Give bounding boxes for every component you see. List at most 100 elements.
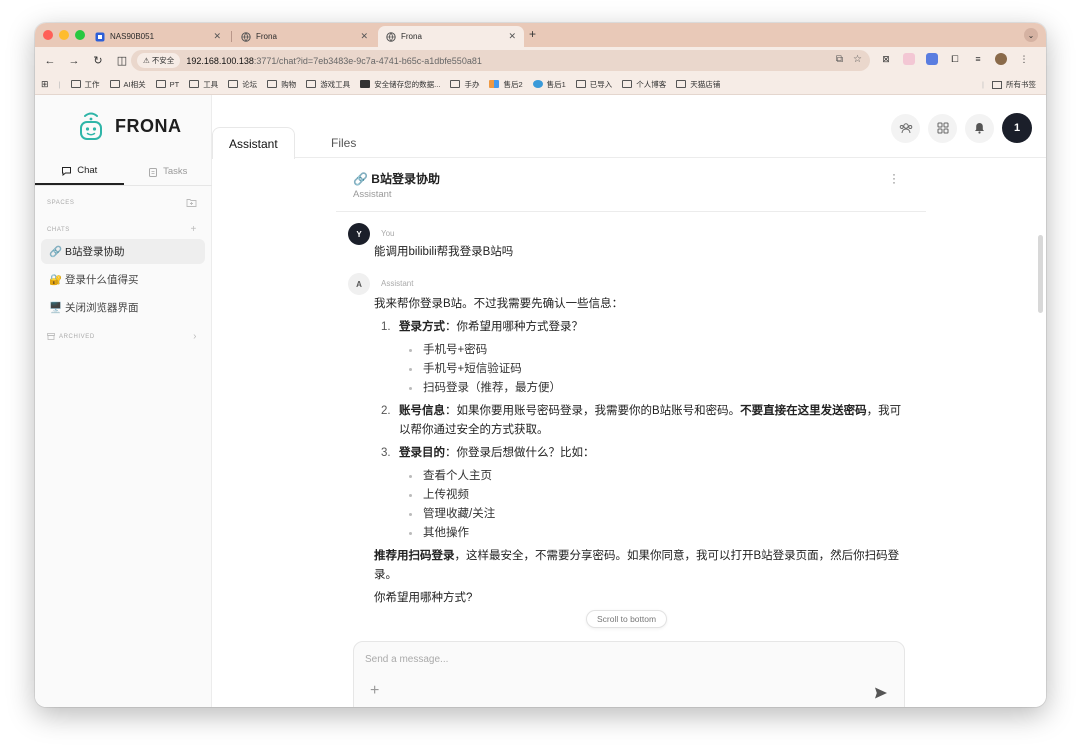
message-author: You [381, 229, 395, 238]
all-bookmarks-button[interactable]: | 所有书签 [982, 79, 1036, 90]
list-item: 2. 账号信息：如果你要用账号密码登录，我需要你的B站账号和密码。不要直接在这里… [374, 402, 904, 440]
bookmark-label: AI相关 [123, 79, 146, 89]
tab-title: NAS90B051 [110, 32, 155, 41]
tab-strip: NAS90B051 ✕ Frona ✕ Frona ✕ + ⌄ [35, 23, 1046, 47]
bookmark-folder[interactable]: 个人博客 [622, 79, 666, 90]
new-tab-button[interactable]: + [529, 27, 536, 41]
browser-tab-nas[interactable]: NAS90B051 ✕ [87, 26, 229, 47]
sub-list-item: 查看个人主页 [374, 467, 904, 486]
folder-icon [992, 80, 1002, 89]
divider: | [58, 79, 61, 89]
close-window-button[interactable] [43, 30, 53, 40]
minimize-window-button[interactable] [59, 30, 69, 40]
folder-icon [109, 80, 120, 88]
browser-tab-frona-active[interactable]: Frona ✕ [378, 26, 524, 47]
tab-close-icon[interactable]: ✕ [360, 31, 368, 42]
notifications-button[interactable] [965, 113, 994, 143]
folder-icon [622, 80, 633, 88]
translate-icon[interactable]: ⧉ [836, 54, 843, 65]
apps-grid-icon[interactable]: ⊞ [41, 79, 49, 90]
bell-icon [975, 123, 984, 134]
sidepanel-icon[interactable]: ◫ [111, 54, 133, 67]
extension-icon[interactable] [926, 53, 938, 65]
chat-item-label: 🔐 登录什么值得买 [49, 274, 139, 286]
scrollbar-thumb[interactable] [1038, 235, 1043, 313]
chat-item[interactable]: 🔐 登录什么值得买 [41, 267, 205, 292]
chat-item[interactable]: 🖥️ 关闭浏览器界面 [41, 295, 205, 320]
new-folder-icon[interactable] [186, 198, 197, 207]
apps-button[interactable] [928, 113, 957, 143]
scroll-to-bottom-button[interactable]: Scroll to bottom [586, 610, 668, 628]
bookmark-folder[interactable]: 工具 [189, 79, 218, 90]
bookmark-link[interactable]: 安全储存您的数据... [360, 79, 440, 90]
bookmark-folder[interactable]: 论坛 [228, 79, 257, 90]
bookmark-folder[interactable]: 天猫店铺 [676, 79, 720, 90]
tab-title: Frona [401, 32, 422, 41]
extension-icon[interactable]: ⊠ [880, 53, 892, 65]
bookmark-label: 个人博客 [636, 79, 667, 89]
browser-window: NAS90B051 ✕ Frona ✕ Frona ✕ + ⌄ ← → ↻ ◫ … [35, 23, 1046, 707]
chat-item-label: 🖥️ 关闭浏览器界面 [49, 302, 139, 314]
chats-section-header: CHATS + [47, 224, 197, 235]
tab-close-icon[interactable]: ✕ [508, 31, 516, 42]
user-message-text: 能调用bilibili帮我登录B站吗 [374, 246, 514, 258]
sub-list-item: 手机号+密码 [374, 341, 904, 360]
reading-list-icon[interactable]: ≡ [972, 53, 984, 65]
sidebar-tabs: Chat Tasks [35, 158, 212, 186]
back-arrow-icon[interactable]: ← [39, 55, 61, 67]
user-avatar[interactable]: 1 [1002, 113, 1032, 143]
folder-icon [155, 80, 166, 88]
chevron-right-icon: › [193, 331, 197, 342]
sidebar-tab-chat[interactable]: Chat [35, 158, 124, 185]
attach-plus-icon[interactable]: + [370, 682, 379, 700]
bookmark-folder[interactable]: 手办 [450, 79, 479, 90]
grid-icon [937, 122, 948, 134]
folder-icon [575, 80, 586, 88]
bookmark-link[interactable]: 售后1 [532, 79, 566, 90]
section-label: SPACES [47, 199, 75, 206]
tab-close-icon[interactable]: ✕ [213, 31, 221, 42]
extension-icon[interactable] [903, 53, 915, 65]
bookmark-star-icon[interactable]: ☆ [853, 54, 862, 65]
bookmark-folder[interactable]: 购物 [267, 79, 296, 90]
recommendation-paragraph: 推荐用扫码登录，这样最安全，不需要分享密码。如果你同意，我可以打开B站登录页面，… [374, 547, 904, 585]
bookmark-folder[interactable]: 已导入 [575, 79, 612, 90]
nas-favicon-icon [95, 32, 105, 42]
sidebar-tab-tasks[interactable]: Tasks [124, 158, 213, 185]
list-item: 3. 登录目的：你登录后想做什么？比如： [374, 444, 904, 463]
reload-icon[interactable]: ↻ [87, 54, 109, 67]
assistant-message-body: 我来帮你登录B站。不过我需要先确认一些信息： 1. 登录方式：你希望用哪种方式登… [374, 295, 904, 608]
list-item-text: ：你登录后想做什么？比如： [445, 447, 595, 459]
archived-section-header[interactable]: ARCHIVED › [47, 331, 197, 342]
security-chip[interactable]: ⚠ 不安全 [137, 53, 181, 68]
bookmark-folder[interactable]: AI相关 [109, 79, 146, 90]
browser-tab-frona-1[interactable]: Frona ✕ [233, 26, 376, 47]
agents-button[interactable] [891, 113, 920, 143]
message-input[interactable] [365, 654, 865, 665]
list-item-bold: 登录方式 [399, 321, 445, 333]
forward-arrow-icon[interactable]: → [63, 55, 85, 67]
bookmark-folder[interactable]: PT [155, 80, 179, 89]
bookmark-folder[interactable]: 工作 [70, 79, 100, 90]
bookmarks-bar: ⊞ | 工作 AI相关 PT 工具 论坛 购物 游戏工具 安全储存您的数据...… [35, 74, 1046, 95]
chat-item-active[interactable]: 🔗 B站登录协助 [41, 239, 205, 264]
profile-icon[interactable] [995, 53, 1007, 65]
bookmark-folder[interactable]: 游戏工具 [306, 79, 350, 90]
new-chat-plus-icon[interactable]: + [191, 224, 197, 235]
tab-assistant[interactable]: Assistant [212, 127, 295, 159]
send-icon[interactable] [874, 686, 888, 700]
section-label: ARCHIVED [59, 333, 95, 340]
puzzle-icon[interactable]: ⧠ [949, 53, 961, 65]
bookmark-label: 售后1 [546, 79, 566, 89]
address-bar[interactable]: ⚠ 不安全 192.168.100.138:3771/chat?id=7eb34… [131, 50, 870, 71]
sidebar-tab-label: Tasks [163, 166, 188, 177]
more-menu-icon[interactable]: ⋮ [1018, 53, 1030, 65]
zoom-window-button[interactable] [75, 30, 85, 40]
tab-files[interactable]: Files [315, 127, 372, 158]
folder-icon [70, 80, 81, 88]
window-controls [43, 30, 85, 40]
header-actions: 1 [891, 113, 1032, 143]
more-vertical-icon[interactable]: · · · [892, 168, 896, 188]
tab-search-chevron-icon[interactable]: ⌄ [1024, 28, 1038, 42]
bookmark-link[interactable]: 售后2 [489, 79, 523, 90]
